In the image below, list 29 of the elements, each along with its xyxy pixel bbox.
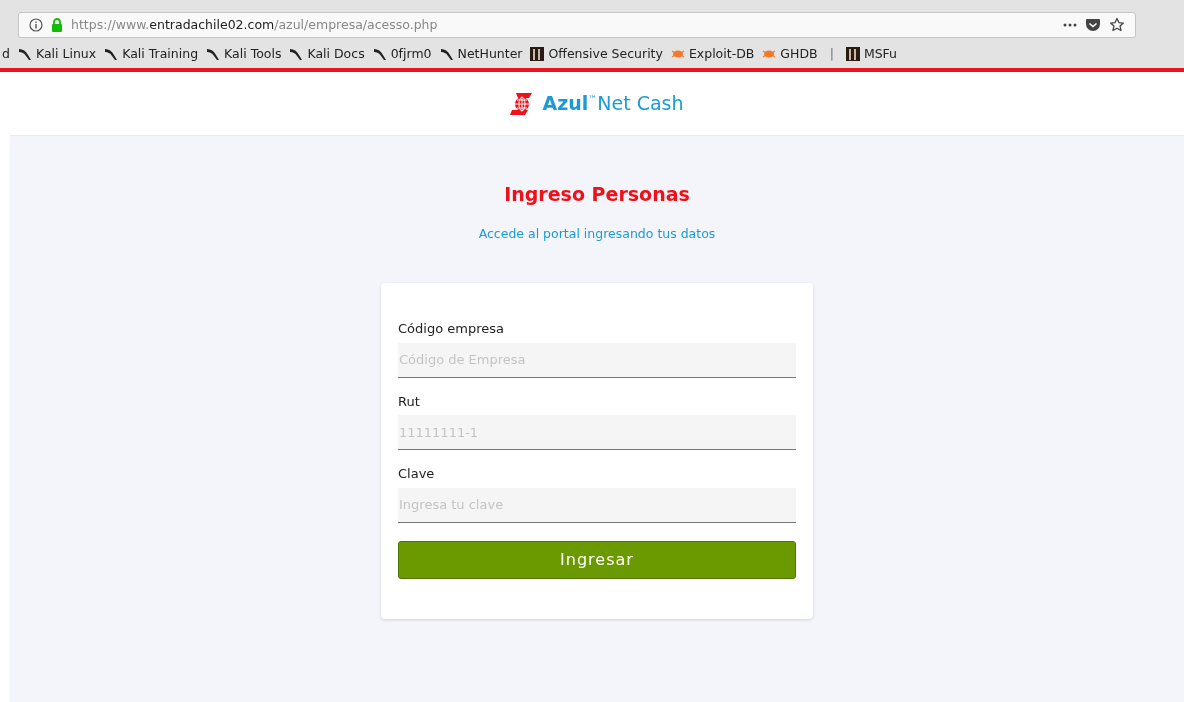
bookmark[interactable]: Offensive Security	[530, 44, 663, 64]
brand-name: Azul$^{™}$Net Cash	[542, 91, 684, 117]
lock-icon	[51, 18, 63, 32]
bookmark[interactable]: Kali Linux	[17, 44, 97, 64]
bookmark[interactable]: MSFu	[845, 44, 898, 64]
bug-icon	[762, 48, 777, 60]
bug-icon	[670, 48, 685, 60]
field-label: Código empresa	[398, 320, 505, 339]
info-icon[interactable]	[29, 18, 43, 32]
logo-icon	[530, 47, 545, 61]
bookmark[interactable]: Kali Docs	[289, 44, 365, 64]
globe-logo-icon	[510, 90, 535, 117]
star-icon[interactable]	[1109, 17, 1125, 33]
bookmark[interactable]: d	[2, 44, 10, 64]
logo-icon	[845, 47, 860, 61]
bookmark[interactable]: Exploit-DB	[670, 44, 755, 64]
page-subtitle: Accede al portal ingresando tus datos	[478, 224, 716, 243]
bookmark[interactable]: GHDB	[762, 44, 818, 64]
bookmark[interactable]: Kali Training	[104, 44, 199, 64]
url-text: https://www.entradachile02.com/azul/empresa/acesso.php	[71, 15, 439, 34]
field-label: Rut	[398, 392, 421, 411]
bookmark[interactable]: Kali Tools	[206, 44, 282, 64]
page-title: Ingreso Personas	[504, 182, 690, 207]
bookmark[interactable]: 0fjrm0	[372, 44, 432, 64]
field-label: Clave	[398, 465, 436, 484]
bookmark[interactable]: NetHunter	[439, 44, 523, 64]
bookmark-separator: |	[829, 44, 834, 63]
address-bar[interactable]: https://www.entradachile02.com/azul/empresa/acesso.php	[18, 12, 1136, 38]
pocket-icon[interactable]	[1085, 18, 1101, 32]
